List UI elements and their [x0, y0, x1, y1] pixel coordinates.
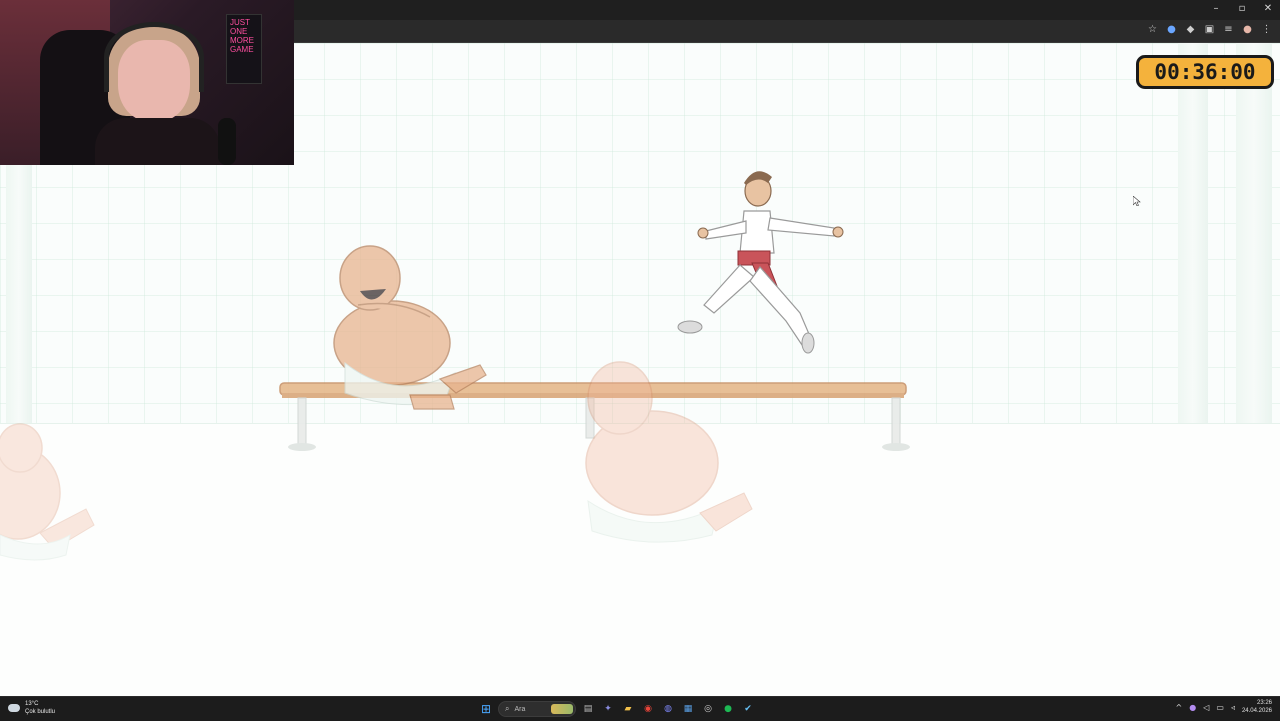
taskbar-clock[interactable]: 23:26 24.04.2026 [1242, 699, 1272, 715]
start-button[interactable]: ⊞ [478, 701, 494, 717]
taskbar-search[interactable]: ⌕ Ara [498, 701, 576, 717]
running-athlete [677, 171, 844, 354]
clock-date: 24.04.2026 [1241, 708, 1272, 714]
discord-icon[interactable]: ◍ [660, 701, 676, 717]
headset-icon [104, 22, 204, 92]
clock-time: 23:26 [1256, 700, 1272, 706]
webcam-overlay: JUST ONE MORE GAME [0, 0, 294, 165]
volume-icon[interactable]: ◃ [1231, 703, 1235, 712]
task-view-icon[interactable]: ▤ [580, 701, 596, 717]
window-controls: – ▫ ✕ [1210, 3, 1274, 14]
teams-icon[interactable]: ✦ [600, 701, 616, 717]
system-tray: ^ ● ◁ ▭ ◃ 23:26 24.04.2026 [1176, 699, 1272, 715]
bookmark-star-icon[interactable]: ☆ [1147, 24, 1158, 35]
speaker-icon[interactable]: ◁ [1203, 703, 1209, 712]
mouse-cursor-icon [1133, 196, 1141, 206]
extension-icon[interactable]: ● [1166, 24, 1177, 35]
file-explorer-icon[interactable]: ▰ [620, 701, 636, 717]
puzzle-icon[interactable]: ▣ [1204, 24, 1215, 35]
maximize-button[interactable]: ▫ [1236, 3, 1248, 14]
microphone-icon [218, 118, 236, 165]
search-icon: ⌕ [505, 704, 510, 713]
chrome-icon[interactable]: ◉ [640, 701, 656, 717]
calendar-icon[interactable]: ▦ [680, 701, 696, 717]
wall-poster: JUST ONE MORE GAME [226, 14, 262, 84]
faded-bather-left [0, 423, 95, 561]
close-button[interactable]: ✕ [1262, 3, 1274, 14]
weather-condition: Çok bulutlu [25, 709, 56, 715]
streamer-shirt [95, 118, 220, 165]
diamond-icon[interactable]: ◆ [1185, 24, 1196, 35]
weather-widget[interactable]: 13°C Çok bulutlu [8, 700, 55, 716]
steam-icon[interactable]: ✔ [740, 701, 756, 717]
mic-tray-icon[interactable]: ● [1189, 703, 1196, 712]
cloud-icon [8, 704, 20, 712]
spotify-icon[interactable]: ● [720, 701, 736, 717]
search-placeholder: Ara [514, 705, 526, 713]
weather-temperature: 13°C [25, 701, 39, 707]
chevron-up-icon[interactable]: ^ [1176, 703, 1183, 712]
obs-icon[interactable]: ◎ [700, 701, 716, 717]
search-highlight-image [551, 704, 573, 714]
profile-icon[interactable]: ● [1242, 24, 1253, 35]
speedrun-timer: 00:36:00 [1136, 55, 1274, 89]
network-icon[interactable]: ▭ [1216, 703, 1224, 712]
menu-icon[interactable]: ⋮ [1261, 24, 1272, 35]
minimize-button[interactable]: – [1210, 3, 1222, 14]
taskbar-center: ⊞ ⌕ Ara ▤ ✦ ▰ ◉ ◍ ▦ ◎ ● ✔ [478, 699, 756, 719]
media-icon[interactable]: ≡ [1223, 24, 1234, 35]
windows-taskbar: 13°C Çok bulutlu ⊞ ⌕ Ara ▤ ✦ ▰ ◉ ◍ ▦ ◎ ●… [0, 696, 1280, 721]
